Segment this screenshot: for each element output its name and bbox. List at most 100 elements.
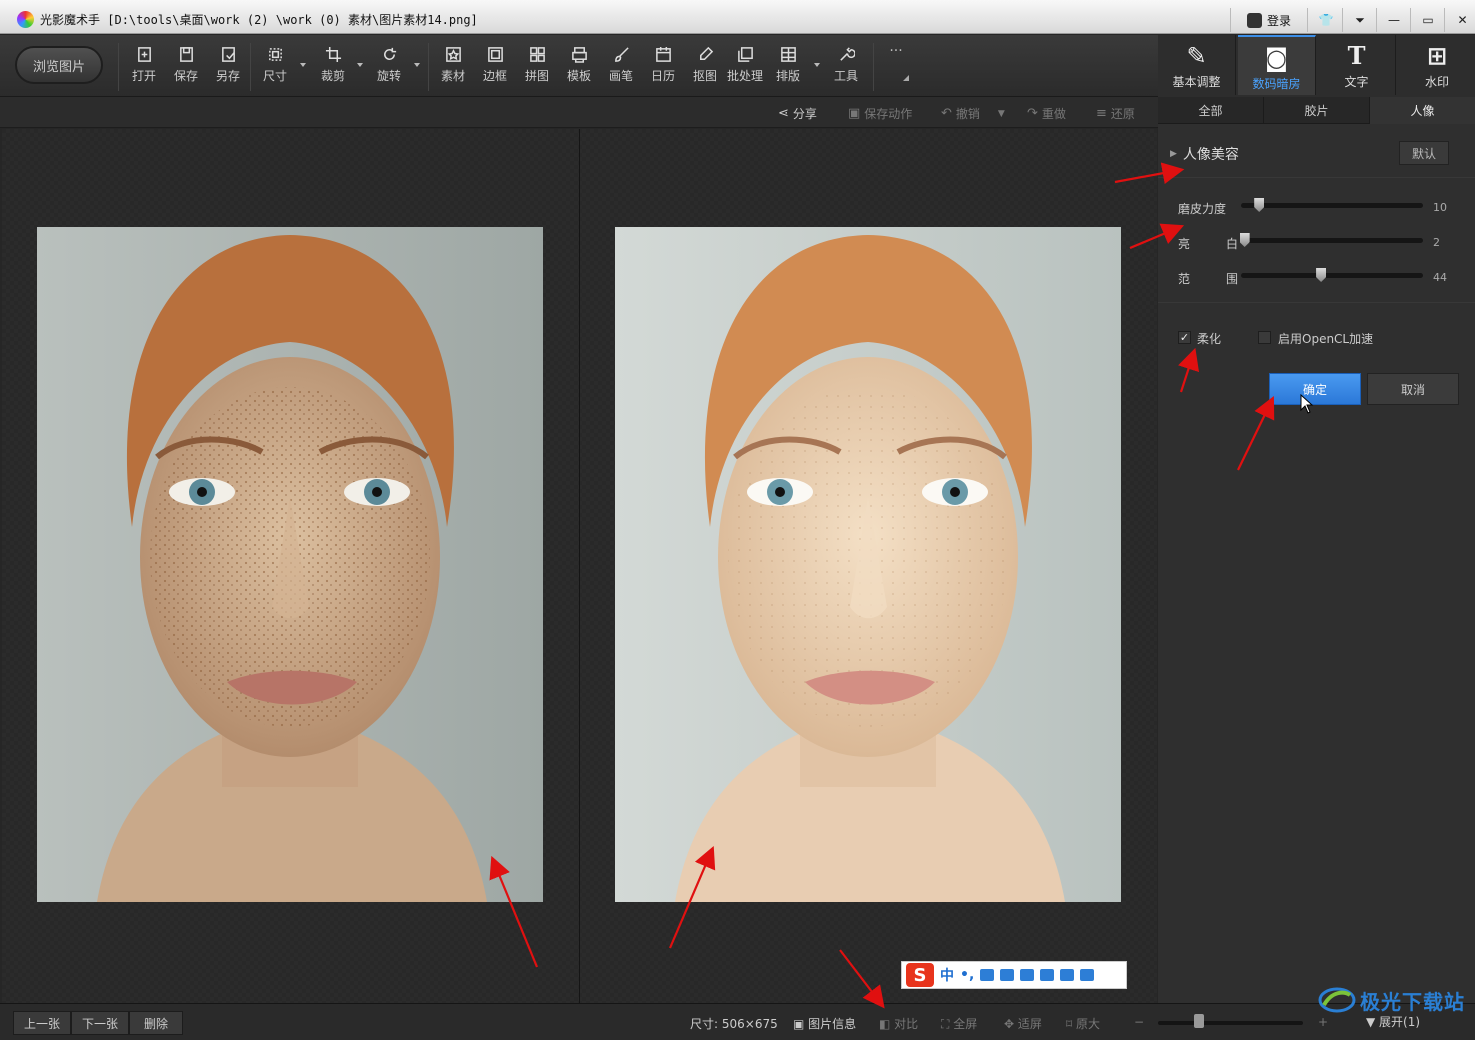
border-button[interactable]: 边框 [482,45,508,89]
subtab-film[interactable]: 胶片 [1264,97,1370,124]
brush-button[interactable]: 画笔 [608,45,634,89]
zoom-slider[interactable] [1158,1021,1303,1025]
rotate-dropdown-icon[interactable] [414,63,420,67]
range-label-2: 围 [1226,272,1239,286]
image-compare-canvas[interactable]: S 中 •, [2,129,1157,1003]
site-watermark: 极光下载站 [1318,985,1465,1015]
skin-icon[interactable] [1020,969,1035,981]
layout-button[interactable]: 排版 [775,45,801,89]
crop-dropdown-icon[interactable] [357,63,363,67]
whiten-slider[interactable] [1239,233,1423,247]
portrait-beauty-header[interactable]: ▶ 人像美容 [1170,144,1239,164]
save-as-button[interactable]: 另存 [215,45,241,89]
skin-button[interactable]: 👕 [1310,8,1343,32]
fit-label: 适屏 [1017,1017,1042,1031]
browse-images-button[interactable]: 浏览图片 [15,46,103,84]
watermark-text: 极光下载站 [1360,989,1465,1014]
tab-digital-darkroom[interactable]: ◙ 数码暗房 [1238,35,1316,95]
save-action-button[interactable]: ▣ 保存动作 [848,105,912,122]
crop-button[interactable]: 裁剪 [320,45,346,89]
close-button[interactable]: ✕ [1446,8,1475,32]
expand-filmstrip-button[interactable]: ▼ 展开(1) [1366,1013,1420,1030]
apps-icon[interactable] [1060,969,1075,981]
layout-dropdown-icon[interactable] [814,63,820,67]
subtab-all[interactable]: 全部 [1158,97,1264,124]
watermark-icon: ⊞ [1426,42,1448,70]
delete-button[interactable]: 删除 [129,1011,183,1035]
resize-dropdown-icon[interactable] [300,63,306,67]
opencl-checkbox[interactable] [1258,331,1271,344]
prev-image-button[interactable]: 上一张 [13,1011,71,1035]
redo-button[interactable]: ↷ 重做 [1027,105,1066,122]
soften-checkbox[interactable]: ✓ [1178,331,1191,344]
settings-icon[interactable] [1080,969,1095,981]
whiten-label-1: 亮 [1178,237,1191,251]
emoji-icon[interactable] [1040,969,1055,981]
resize-icon [266,45,284,63]
window-title: 光影魔术手 [D:\tools\桌面\work (2) \work (0) 素材… [40,11,478,28]
slider-thumb[interactable] [1254,198,1265,212]
minimize-button[interactable]: — [1378,8,1411,32]
rotate-label: 旋转 [376,69,401,83]
batch-button[interactable]: 批处理 [726,45,764,89]
range-slider[interactable] [1241,268,1423,282]
layout-label: 排版 [775,69,800,83]
ime-punct[interactable]: •, [960,967,974,983]
tab-basic-adjust[interactable]: ✎ 基本调整 [1158,35,1236,95]
cutout-button[interactable]: 抠图 [692,45,718,89]
template-label: 模板 [566,69,591,83]
calendar-button[interactable]: 日历 [650,45,676,89]
tab-text[interactable]: T 文字 [1318,35,1396,95]
share-button[interactable]: ⋖ 分享 [778,105,817,122]
maximize-button[interactable]: ▭ [1412,8,1445,32]
tab-watermark[interactable]: ⊞ 水印 [1398,35,1475,95]
template-button[interactable]: 模板 [566,45,592,89]
open-label: 打开 [131,69,156,83]
expand-corner-icon[interactable] [903,75,909,81]
border-label: 边框 [482,69,507,83]
slider-thumb[interactable] [1316,268,1327,282]
crop-icon [324,45,342,63]
redo-label: 重做 [1041,107,1066,121]
divider [1158,302,1475,303]
original-size-button[interactable]: ⌑ 原大 [1066,1015,1100,1032]
calendar-icon [654,45,672,63]
subtab-portrait[interactable]: 人像 [1370,97,1475,124]
image-info-button[interactable]: ▣ 图片信息 [793,1015,856,1032]
login-label: 登录 [1266,13,1291,28]
ime-mode[interactable]: 中 [940,965,954,985]
undo-icon: ↶ [941,106,952,121]
close-icon: ✕ [1457,13,1468,27]
restore-button[interactable]: ≡ 还原 [1096,105,1135,122]
skin-smooth-slider[interactable] [1241,198,1423,212]
minimize-icon: — [1388,13,1400,27]
open-button[interactable]: 打开 [131,45,157,89]
zoom-out-button[interactable]: − [1134,1015,1144,1029]
rotate-button[interactable]: 旋转 [376,45,402,89]
menu-button[interactable]: ⏷ [1344,8,1377,32]
zoom-thumb[interactable] [1193,1014,1204,1028]
microphone-icon[interactable] [980,969,995,981]
fit-screen-button[interactable]: ✥ 适屏 [1004,1015,1042,1032]
keyboard-icon[interactable] [1000,969,1015,981]
tools-button[interactable]: 工具 [833,45,859,89]
confirm-button[interactable]: 确定 [1269,373,1361,405]
slider-thumb[interactable] [1239,233,1250,247]
resize-button[interactable]: 尺寸 [262,45,288,89]
cancel-button[interactable]: 取消 [1367,373,1459,405]
compare-button[interactable]: ◧ 对比 [879,1015,918,1032]
material-button[interactable]: 素材 [440,45,466,89]
section-title: 人像美容 [1182,147,1239,163]
ime-toolbar[interactable]: S 中 •, [901,961,1127,989]
collage-button[interactable]: 拼图 [524,45,550,89]
next-image-button[interactable]: 下一张 [71,1011,129,1035]
save-button[interactable]: 保存 [173,45,199,89]
zoom-in-button[interactable]: + [1318,1015,1328,1029]
default-button[interactable]: 默认 [1399,141,1449,165]
border-icon [486,45,504,63]
undo-dropdown-icon[interactable]: ▼ [998,109,1005,119]
login-button[interactable]: 登录 [1230,8,1308,32]
undo-button[interactable]: ↶ 撤销 ▼ [941,105,1005,122]
fullscreen-button[interactable]: ⛶ 全屏 [941,1015,977,1032]
tab-label: 数码暗房 [1252,77,1301,91]
